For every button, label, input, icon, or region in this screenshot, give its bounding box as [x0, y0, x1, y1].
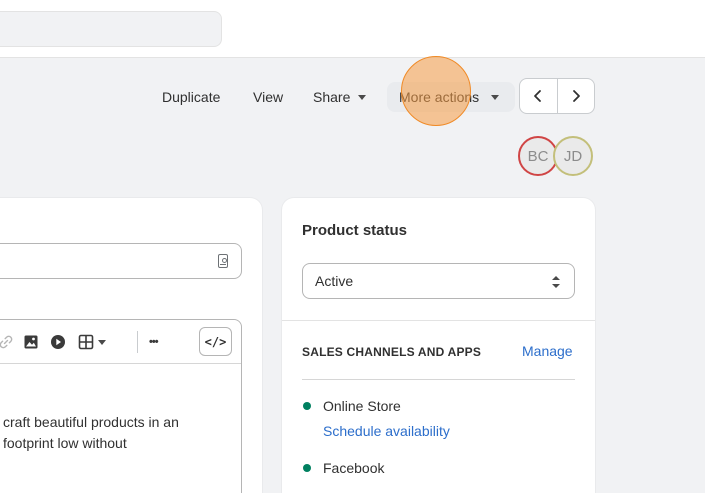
duplicate-button[interactable]: Duplicate — [154, 82, 228, 112]
sales-channels-heading: SALES CHANNELS AND APPS — [302, 345, 482, 359]
status-dot-icon — [303, 464, 311, 472]
select-arrows-icon — [552, 276, 560, 288]
more-icon: ••• — [149, 336, 159, 348]
channel-online-store: Online Store — [323, 398, 401, 414]
search-bar[interactable] — [0, 11, 222, 47]
more-options-button[interactable]: ••• — [149, 332, 159, 352]
manage-link[interactable]: Manage — [522, 343, 573, 359]
more-actions-label: More actions — [399, 89, 480, 105]
avatar-initials: BC — [527, 147, 549, 165]
title-input[interactable] — [0, 243, 242, 279]
card-divider — [282, 320, 595, 321]
link-button[interactable] — [0, 332, 14, 352]
avatar-bc[interactable]: BC — [518, 136, 558, 176]
show-html-button[interactable]: </> — [199, 327, 232, 356]
play-circle-icon — [51, 335, 65, 349]
previous-button[interactable] — [520, 79, 557, 113]
duplicate-label: Duplicate — [162, 89, 221, 105]
status-value: Active — [315, 273, 354, 289]
pagination — [519, 78, 595, 114]
share-label: Share — [313, 89, 351, 105]
link-icon — [0, 335, 13, 349]
status-dot-icon — [303, 402, 311, 410]
text-field-icon — [218, 254, 228, 268]
schedule-availability-link[interactable]: Schedule availability — [323, 423, 450, 439]
section-divider — [302, 379, 575, 380]
editor-toolbar: ••• </> — [0, 320, 241, 364]
image-icon — [24, 335, 38, 349]
toolbar-divider — [137, 331, 138, 353]
chevron-left-icon — [534, 90, 542, 102]
more-actions-button[interactable]: More actions — [387, 82, 515, 112]
avatar-jd[interactable]: JD — [553, 136, 593, 176]
status-select[interactable]: Active — [302, 263, 575, 299]
next-button[interactable] — [556, 79, 595, 113]
share-button[interactable]: Share — [305, 82, 374, 112]
video-button[interactable] — [50, 332, 66, 352]
chevron-right-icon — [572, 90, 580, 102]
caret-down-icon — [98, 339, 106, 345]
description-line: craft beautiful products in an — [3, 414, 179, 430]
table-icon — [78, 334, 94, 350]
avatar-initials: JD — [563, 147, 583, 165]
view-button[interactable]: View — [245, 82, 291, 112]
image-button[interactable] — [23, 332, 39, 352]
description-editor[interactable]: ••• </> — [0, 319, 242, 493]
product-status-title: Product status — [302, 222, 408, 239]
description-line: footprint low without — [3, 435, 127, 451]
code-icon: </> — [204, 334, 227, 349]
table-button[interactable] — [78, 332, 106, 352]
top-bar — [0, 0, 705, 58]
caret-down-icon — [491, 94, 500, 100]
view-label: View — [253, 89, 284, 105]
description-text: craft beautiful products in an footprint… — [3, 412, 239, 454]
channel-facebook: Facebook — [323, 460, 385, 476]
caret-down-icon — [358, 94, 367, 100]
